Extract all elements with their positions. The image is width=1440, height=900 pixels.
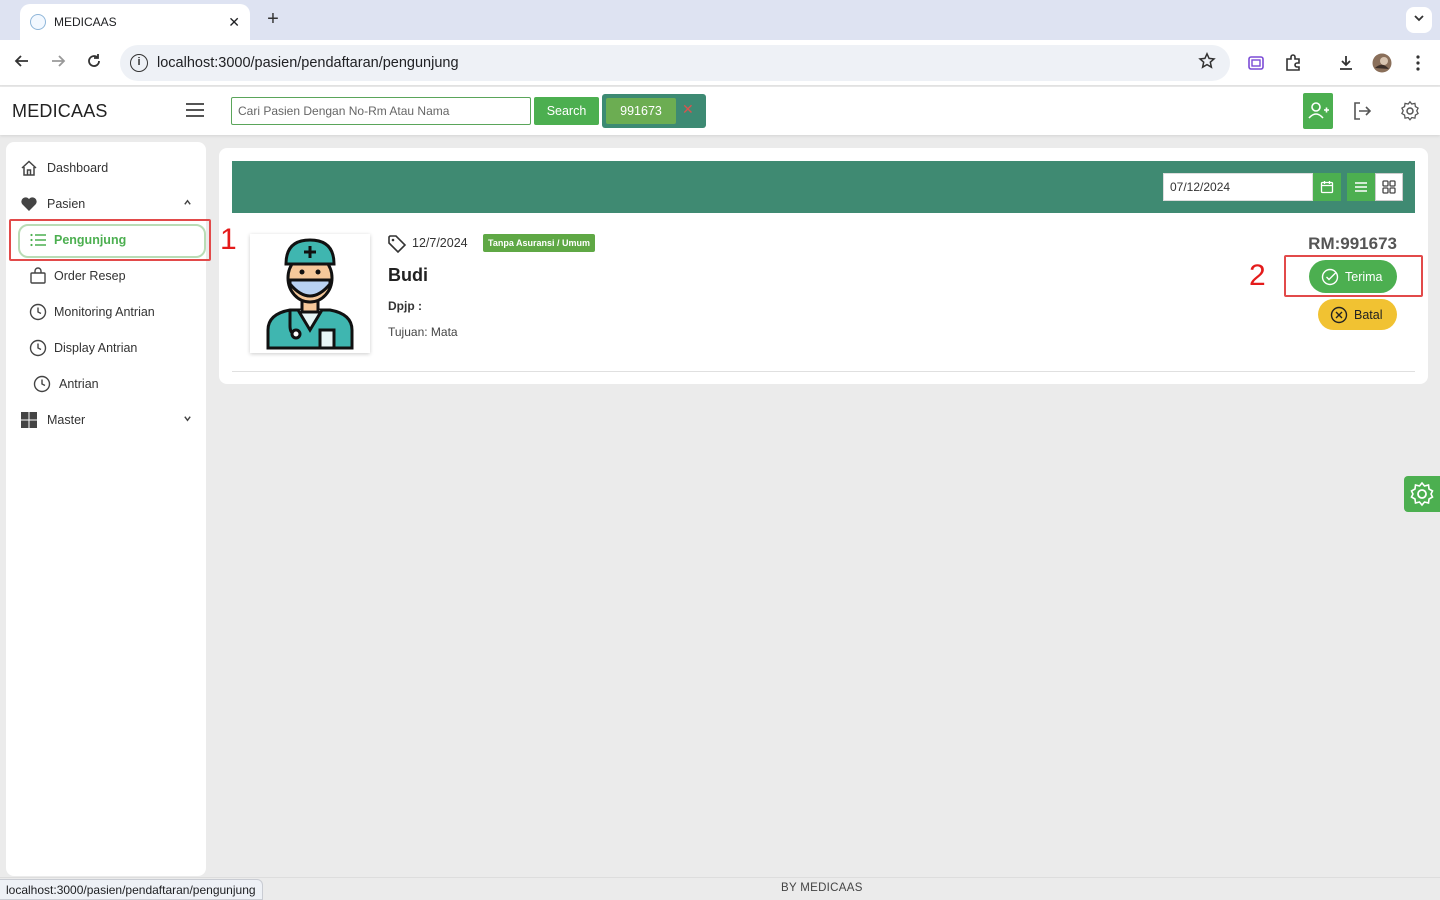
- settings-gear-icon[interactable]: [1399, 100, 1421, 122]
- annotation-box-2: [1284, 255, 1423, 297]
- bag-icon: [30, 267, 46, 284]
- batal-label: Batal: [1354, 307, 1383, 322]
- patient-rm: RM:991673: [1308, 234, 1397, 253]
- clock-icon: [33, 375, 51, 393]
- calendar-icon: [1320, 181, 1334, 194]
- back-button[interactable]: [11, 52, 33, 74]
- patient-name: Budi: [388, 265, 428, 285]
- active-rm-number[interactable]: 991673: [606, 98, 676, 124]
- home-icon: [21, 160, 37, 176]
- grid-icon: [21, 412, 37, 428]
- chevron-down-icon: [1414, 15, 1424, 22]
- doctor-avatar-icon: [266, 238, 354, 350]
- browser-toolbar: i localhost:3000/pasien/pendaftaran/peng…: [0, 40, 1440, 86]
- clear-rm-icon[interactable]: ✕: [682, 101, 694, 118]
- sidebar-item-label: Antrian: [59, 377, 99, 391]
- logout-icon[interactable]: [1351, 100, 1373, 122]
- patient-avatar: [250, 234, 370, 353]
- grid-icon: [1382, 180, 1396, 194]
- close-tab-icon[interactable]: ✕: [228, 14, 240, 31]
- add-patient-button[interactable]: [1303, 93, 1333, 129]
- tag-icon: [388, 235, 407, 254]
- tujuan-label: Tujuan: Mata: [388, 325, 458, 339]
- screenshot-extension-icon[interactable]: [1246, 53, 1266, 73]
- gear-icon: [1410, 481, 1434, 507]
- app-header: MEDICAAS Search 991673 ✕: [0, 87, 1440, 135]
- clock-icon: [29, 339, 47, 357]
- sidebar-item-dashboard[interactable]: Dashboard: [6, 153, 206, 183]
- address-bar[interactable]: i localhost:3000/pasien/pendaftaran/peng…: [120, 45, 1230, 81]
- active-rm-chip: 991673 ✕: [602, 94, 706, 128]
- filter-toolbar: 07/12/2024: [232, 161, 1415, 213]
- download-icon[interactable]: [1336, 53, 1356, 73]
- chevron-up-icon: [183, 198, 192, 210]
- profile-avatar[interactable]: [1372, 53, 1392, 73]
- browser-tab-bar: MEDICAAS ✕ +: [0, 0, 1440, 40]
- sidebar-item-antrian[interactable]: Antrian: [6, 369, 206, 399]
- x-circle-icon: [1330, 306, 1348, 323]
- browser-tab[interactable]: MEDICAAS ✕: [20, 4, 250, 40]
- address-url: localhost:3000/pasien/pendaftaran/pengun…: [157, 55, 459, 71]
- list-icon: [1355, 182, 1367, 192]
- patient-search-input[interactable]: [231, 97, 531, 125]
- clock-icon: [29, 303, 47, 321]
- search-button[interactable]: Search: [534, 97, 599, 125]
- forward-button[interactable]: [47, 52, 69, 74]
- sidebar-item-label: Monitoring Antrian: [54, 305, 155, 319]
- browser-menu-icon[interactable]: [1408, 53, 1428, 73]
- dpjp-label: Dpjp :: [388, 299, 422, 313]
- floating-settings-button[interactable]: [1404, 476, 1440, 512]
- calendar-button[interactable]: [1313, 173, 1341, 201]
- date-filter-input[interactable]: 07/12/2024: [1163, 173, 1313, 201]
- site-info-icon[interactable]: i: [130, 54, 148, 72]
- insurance-badge: Tanpa Asuransi / Umum: [483, 234, 596, 252]
- sidebar-item-label: Display Antrian: [54, 341, 138, 355]
- sidebar-item-display-antrian[interactable]: Display Antrian: [6, 333, 206, 363]
- card-divider: [232, 371, 1415, 372]
- heart-icon: [21, 197, 37, 211]
- sidebar-item-order-resep[interactable]: Order Resep: [6, 261, 206, 291]
- sidebar-item-monitoring-antrian[interactable]: Monitoring Antrian: [6, 297, 206, 327]
- sidebar-item-label: Master: [47, 413, 86, 427]
- reload-icon: [88, 54, 100, 67]
- favicon-icon: [30, 14, 46, 30]
- reload-button[interactable]: [83, 52, 105, 74]
- list-view-button[interactable]: [1347, 173, 1375, 201]
- footer-credit: BY MEDICAAS: [781, 882, 863, 894]
- bookmark-star-icon[interactable]: [1198, 51, 1216, 75]
- sidebar-item-label: Dashboard: [47, 161, 109, 175]
- annotation-number-2: 2: [1249, 259, 1266, 292]
- tab-search-button[interactable]: [1406, 7, 1432, 33]
- main-content: 07/12/2024 12/7/2024 Tanpa Asuransi / Um…: [219, 148, 1428, 384]
- annotation-number-1: 1: [220, 223, 237, 256]
- browser-status-url: localhost:3000/pasien/pendaftaran/pengun…: [0, 879, 263, 900]
- batal-button[interactable]: Batal: [1318, 299, 1397, 330]
- user-plus-icon: [1308, 102, 1329, 119]
- sidebar-item-master[interactable]: Master: [6, 405, 206, 435]
- chevron-down-icon: [183, 414, 192, 426]
- grid-view-button[interactable]: [1375, 173, 1403, 201]
- visit-date: 12/7/2024: [412, 236, 468, 250]
- sidebar-item-label: Pasien: [47, 197, 86, 211]
- annotation-box-1: [9, 219, 211, 261]
- arrow-left-icon: [14, 55, 28, 67]
- tab-title: MEDICAAS: [54, 15, 117, 29]
- hamburger-menu-icon[interactable]: [186, 103, 204, 117]
- sidebar-item-label: Order Resep: [54, 269, 126, 283]
- extensions-puzzle-icon[interactable]: [1283, 53, 1303, 73]
- sidebar-item-pasien[interactable]: Pasien: [6, 189, 206, 219]
- new-tab-button[interactable]: +: [262, 8, 284, 30]
- arrow-right-icon: [52, 55, 66, 67]
- brand-logo-text: MEDICAAS: [12, 101, 108, 121]
